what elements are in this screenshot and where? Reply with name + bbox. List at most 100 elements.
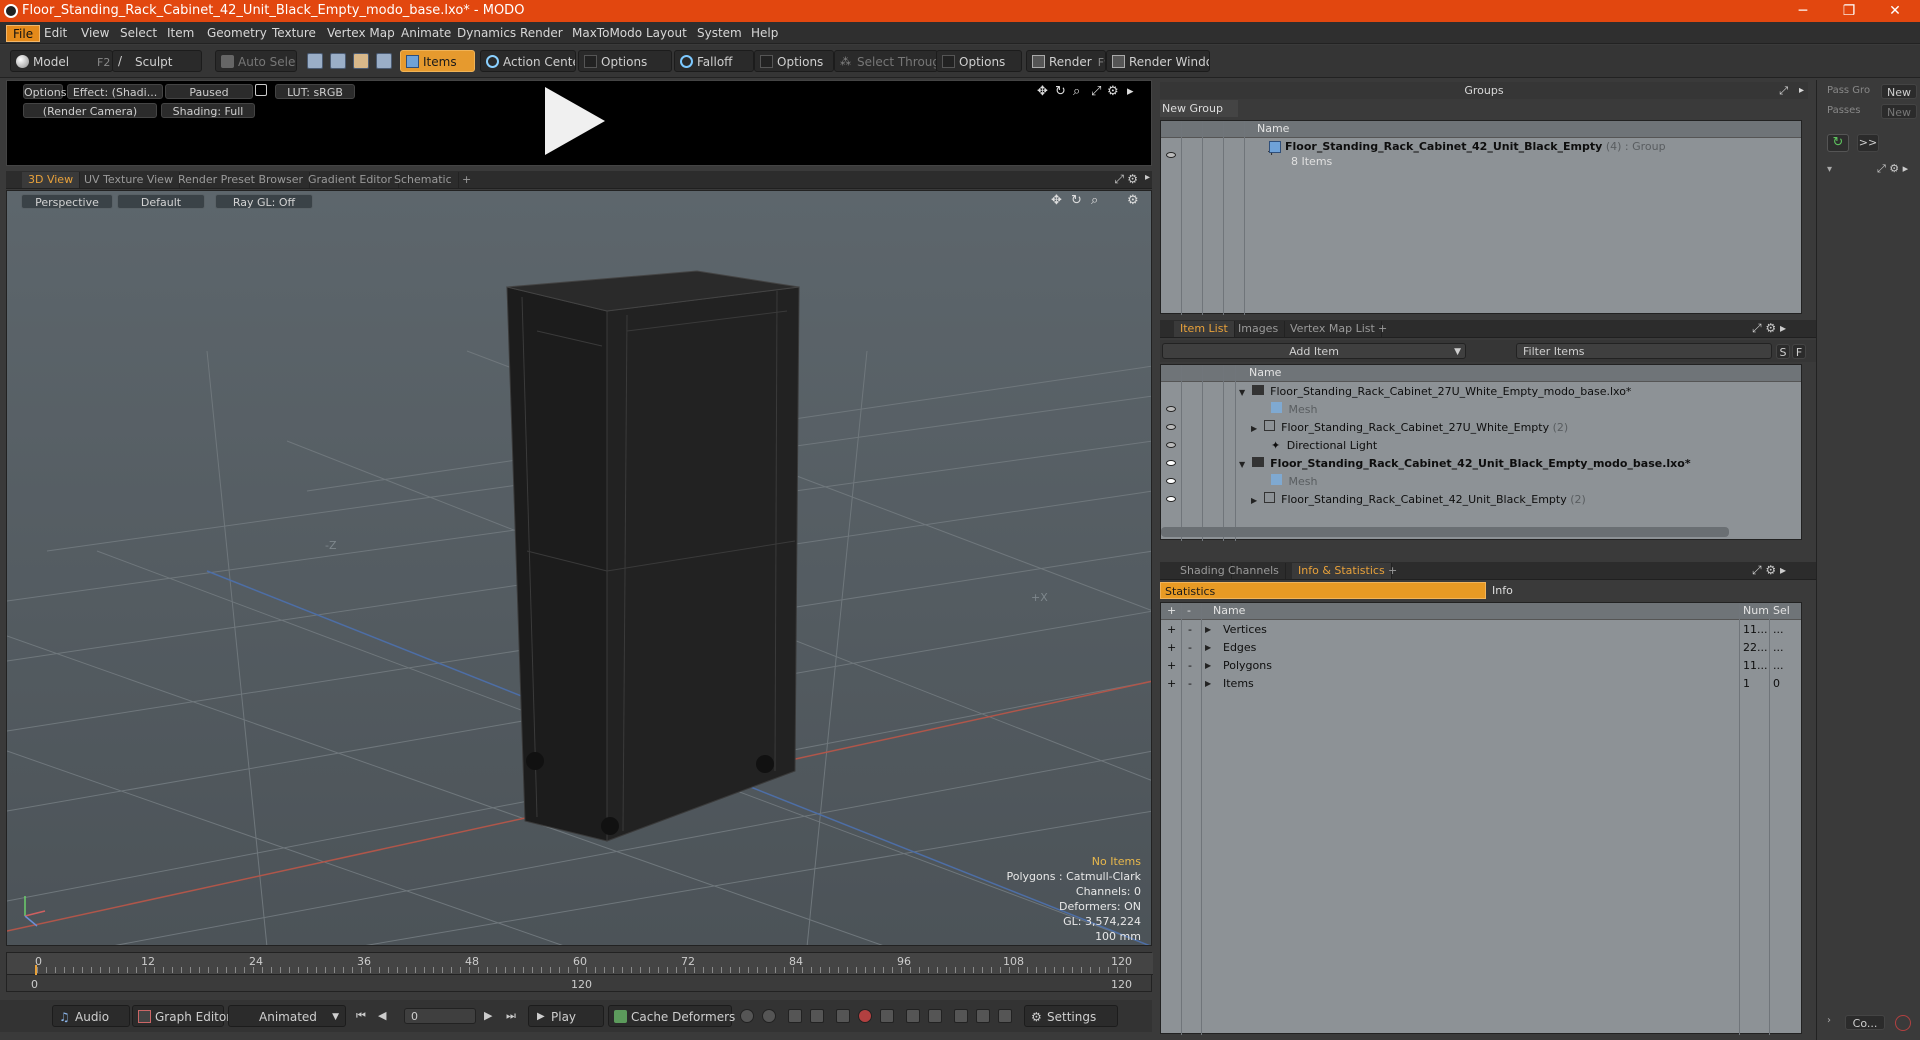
frame-input[interactable]: 0: [404, 1008, 476, 1024]
item-visibility-eye-icon[interactable]: [1166, 478, 1176, 484]
perspective-dropdown[interactable]: Perspective: [21, 194, 113, 209]
table-row[interactable]: + - ▶ Polygons 11... ...: [1161, 657, 1801, 675]
menu-file[interactable]: File: [6, 25, 41, 42]
table-row[interactable]: + - ▶ Edges 22... ...: [1161, 639, 1801, 657]
menu-animate[interactable]: Animate: [395, 25, 457, 42]
next-key-icon[interactable]: [810, 1009, 824, 1023]
select-through-button[interactable]: ⁂ Select Through: [834, 50, 938, 72]
key-all-icon[interactable]: [762, 1009, 776, 1023]
tab-info-statistics[interactable]: Info & Statistics: [1292, 563, 1392, 579]
play-button[interactable]: ▶ Play: [528, 1005, 604, 1027]
add-tab-button[interactable]: +: [456, 172, 477, 188]
menu-geometry[interactable]: Geometry: [201, 25, 273, 42]
view-gear-icon[interactable]: ⚙: [1127, 172, 1138, 186]
f-button[interactable]: F: [1792, 344, 1806, 359]
link-icon[interactable]: [998, 1009, 1012, 1023]
tab-images[interactable]: Images: [1232, 321, 1286, 337]
list-item[interactable]: Mesh: [1271, 401, 1317, 419]
auto-key-icon[interactable]: [836, 1009, 850, 1023]
cache-deformers-button[interactable]: Cache Deformers: [608, 1005, 735, 1027]
item-visibility-eye-icon[interactable]: [1166, 442, 1176, 448]
falloff-button[interactable]: Falloff: [674, 50, 754, 72]
item-list-maximize-icon[interactable]: ⤢ ⚙ ▸: [1752, 321, 1786, 336]
new-pass-button[interactable]: New: [1881, 104, 1917, 119]
go-to-end-icon[interactable]: ⏭: [506, 1009, 516, 1023]
polygons-mode-icon[interactable]: [353, 53, 369, 69]
3d-viewport[interactable]: Perspective Default Ray GL: Off ✥ ↻ ⌕ ⚙ …: [6, 190, 1152, 946]
pan-icon[interactable]: ✥: [1037, 84, 1048, 99]
collapse-row-icon[interactable]: -: [1188, 675, 1192, 693]
groups-maximize-icon[interactable]: ⤢: [1779, 82, 1788, 99]
list-item[interactable]: ▼ Floor_Standing_Rack_Cabinet_42_Unit_Bl…: [1239, 455, 1691, 473]
audio-button[interactable]: ♫ Audio: [52, 1005, 130, 1027]
key-icon[interactable]: [740, 1009, 754, 1023]
next-marker-icon[interactable]: [928, 1009, 942, 1023]
menu-dynamics[interactable]: Dynamics: [451, 25, 522, 42]
tab-gradient-editor[interactable]: Gradient Editor: [302, 172, 399, 188]
default-dropdown[interactable]: Default: [117, 194, 205, 209]
menu-texture[interactable]: Texture: [266, 25, 322, 42]
tab-schematic[interactable]: Schematic: [388, 172, 459, 188]
new-group-button[interactable]: New Group: [1160, 100, 1238, 117]
effect-dropdown[interactable]: Effect: (Shadi...: [67, 84, 163, 99]
sync-icon[interactable]: [976, 1009, 990, 1023]
statistics-table[interactable]: + - Name Num Sel + - ▶ Vertices 11... ..…: [1160, 602, 1802, 1035]
table-row[interactable]: + - ▶ Items 1 0: [1161, 675, 1801, 693]
menu-system[interactable]: System: [691, 25, 748, 42]
close-button[interactable]: ✕: [1872, 0, 1918, 22]
expand-row-icon[interactable]: +: [1167, 657, 1176, 675]
tab-channels[interactable]: Channels: [1222, 563, 1286, 579]
minimize-button[interactable]: ─: [1780, 0, 1826, 22]
menu-maxtomodo[interactable]: MaxToModo: [566, 25, 648, 42]
collapse-triangle-icon[interactable]: ▼: [1239, 460, 1245, 469]
maximize-button[interactable]: ❐: [1826, 0, 1872, 22]
raygl-dropdown[interactable]: Ray GL: Off: [215, 194, 313, 209]
materials-mode-icon[interactable]: [376, 53, 392, 69]
sculpt-mode-button[interactable]: / Sculpt: [112, 50, 202, 72]
gear-icon[interactable]: ⚙: [1107, 84, 1119, 99]
render-window-button[interactable]: Render Window: [1106, 50, 1210, 72]
paused-button[interactable]: Paused: [165, 84, 253, 99]
key-filter-icon[interactable]: [880, 1009, 894, 1023]
record-circle-icon[interactable]: [1895, 1015, 1911, 1031]
expand-row-icon[interactable]: +: [1167, 675, 1176, 693]
list-item[interactable]: ▼ Floor_Standing_Rack_Cabinet_27U_White_…: [1239, 383, 1631, 401]
record-icon[interactable]: [858, 1009, 872, 1023]
group-visibility-eye-icon[interactable]: [1166, 152, 1176, 158]
model-mode-button[interactable]: Model F2: [10, 50, 113, 72]
table-row[interactable]: + - ▶ Vertices 11... ...: [1161, 621, 1801, 639]
groups-list[interactable]: Name + Floor_Standing_Rack_Cabinet_42_Un…: [1160, 120, 1802, 315]
expand-button[interactable]: >>: [1857, 134, 1879, 152]
menu-edit[interactable]: Edit: [38, 25, 73, 42]
action-center-options-button[interactable]: Options: [578, 50, 672, 72]
lut-dropdown[interactable]: LUT: sRGB: [275, 84, 355, 99]
action-center-button[interactable]: Action Center: [480, 50, 576, 72]
rotate-icon[interactable]: ↻: [1055, 84, 1066, 99]
item-visibility-eye-icon[interactable]: [1166, 460, 1176, 466]
co-button[interactable]: Co...: [1845, 1015, 1885, 1030]
add-info-tab-button[interactable]: +: [1382, 563, 1403, 579]
play-icon[interactable]: [545, 87, 605, 155]
menu-layout[interactable]: Layout: [640, 25, 693, 42]
item-visibility-eye-icon[interactable]: [1166, 424, 1176, 430]
group-row[interactable]: Floor_Standing_Rack_Cabinet_42_Unit_Blac…: [1285, 138, 1666, 156]
tab-uv-texture-view[interactable]: UV Texture View: [78, 172, 180, 188]
row-triangle-icon[interactable]: ▶: [1205, 675, 1211, 693]
view-menu-icon[interactable]: ▸: [1145, 172, 1150, 183]
statistics-tab[interactable]: Statistics: [1160, 582, 1486, 599]
expand-triangle-icon[interactable]: ▶: [1251, 424, 1257, 433]
fit-icon[interactable]: ⤢: [1091, 84, 1101, 99]
viewport-gear-icon[interactable]: ⚙: [1127, 193, 1139, 208]
render-camera-dropdown[interactable]: (Render Camera): [23, 103, 157, 118]
expand-triangle-icon[interactable]: ▶: [1251, 496, 1257, 505]
expand-all-icon[interactable]: +: [1167, 603, 1176, 619]
auto-select-button[interactable]: Auto Select: [215, 50, 297, 72]
tab-item-list[interactable]: Item List: [1174, 321, 1235, 337]
collapse-row-icon[interactable]: -: [1188, 621, 1192, 639]
list-item[interactable]: ▶ Floor_Standing_Rack_Cabinet_42_Unit_Bl…: [1251, 491, 1586, 509]
menu-render[interactable]: Render: [514, 25, 569, 42]
row-triangle-icon[interactable]: ▶: [1205, 639, 1211, 657]
zoom-icon[interactable]: ⌕: [1073, 84, 1080, 99]
collapse-triangle-icon[interactable]: ▼: [1239, 388, 1245, 397]
viewport-pan-icon[interactable]: ✥: [1051, 193, 1062, 208]
